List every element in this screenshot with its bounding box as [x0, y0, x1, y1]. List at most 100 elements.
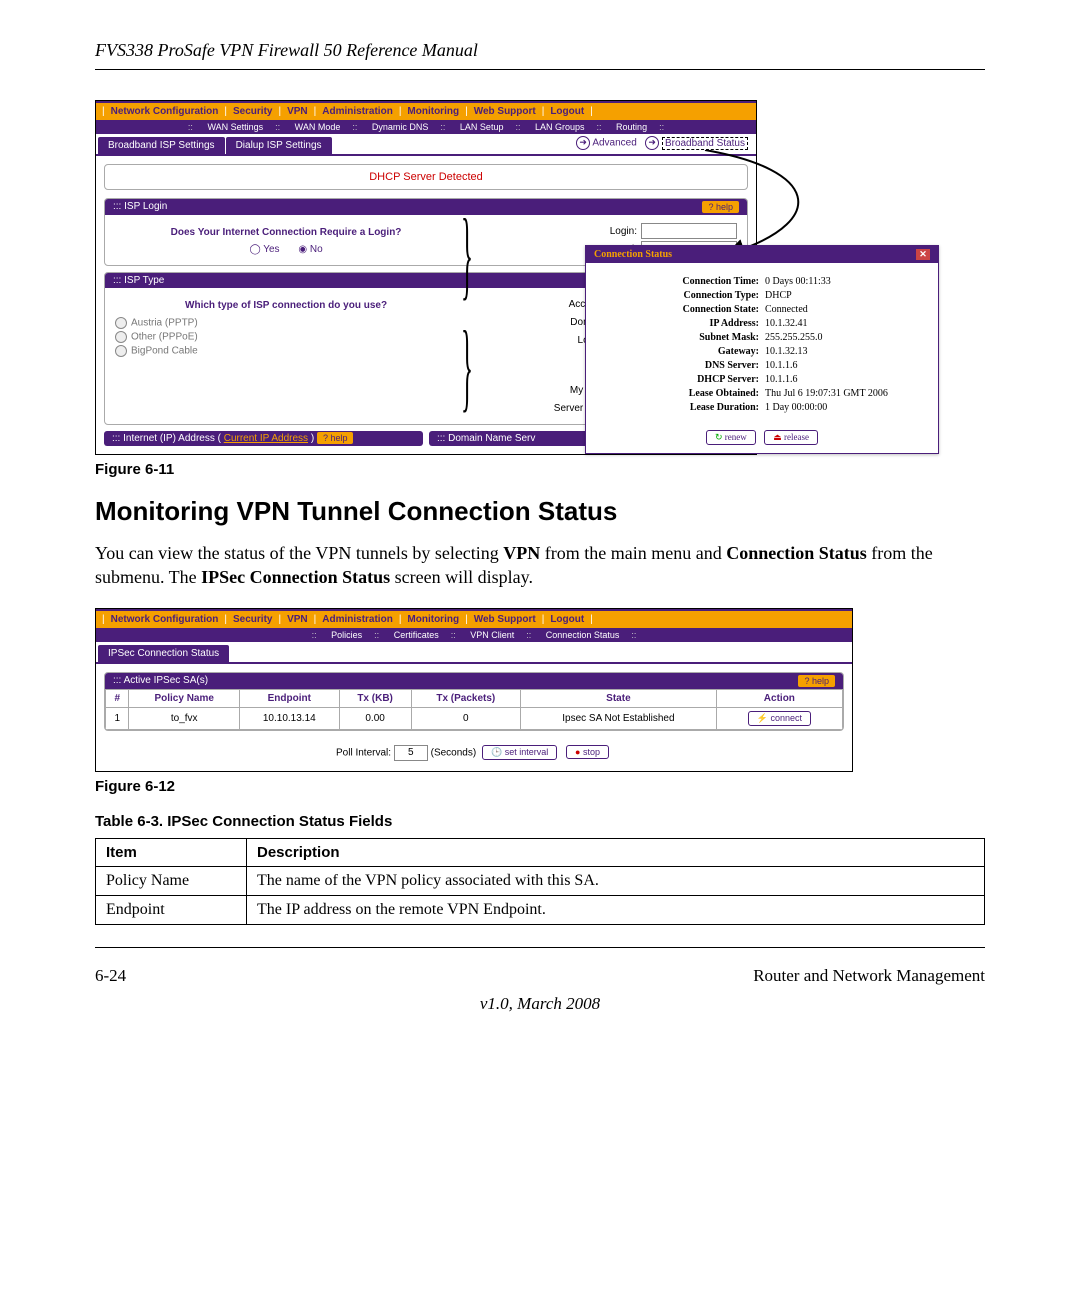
- subnav-lan[interactable]: LAN Setup: [460, 122, 504, 132]
- table-row: Endpoint The IP address on the remote VP…: [96, 895, 985, 924]
- broadband-status-link[interactable]: Broadband Status: [662, 137, 748, 150]
- sn2-client[interactable]: VPN Client: [470, 630, 514, 640]
- col-txkb: Tx (KB): [339, 689, 411, 707]
- figure-6-12-caption: Figure 6-12: [95, 778, 985, 795]
- gateway-val: 10.1.32.13: [765, 346, 922, 357]
- th-desc: Description: [247, 838, 985, 866]
- figure-6-12-screenshot: | Network Configuration| Security| VPN| …: [95, 608, 853, 772]
- radio-no[interactable]: ◉ No: [298, 244, 322, 255]
- stop-button[interactable]: ● stop: [566, 745, 609, 759]
- subnav-wan[interactable]: WAN Settings: [207, 122, 263, 132]
- nav2-mon[interactable]: Monitoring: [407, 614, 459, 625]
- nav2-admin[interactable]: Administration: [322, 614, 393, 625]
- poll-controls: Poll Interval: (Seconds) 🕒 set interval …: [96, 739, 852, 771]
- isp-login-question: Does Your Internet Connection Require a …: [115, 227, 457, 238]
- dhcp-val: 10.1.1.6: [765, 374, 922, 385]
- nav-logout[interactable]: Logout: [550, 106, 584, 117]
- conn-time-val: 0 Days 00:11:33: [765, 276, 922, 287]
- subnet-label: Subnet Mask:: [602, 332, 765, 343]
- cell-item: Endpoint: [96, 895, 247, 924]
- nav2-sec[interactable]: Security: [233, 614, 272, 625]
- conn-time-label: Connection Time:: [602, 276, 765, 287]
- isp-login-title: ::: ISP Login: [113, 201, 167, 213]
- nav2-web[interactable]: Web Support: [474, 614, 536, 625]
- page-number: 6-24: [95, 966, 126, 986]
- current-ip-link[interactable]: Current IP Address: [224, 433, 308, 444]
- tab-dialup[interactable]: Dialup ISP Settings: [226, 137, 332, 154]
- radio-yes[interactable]: ◯ Yes: [249, 244, 279, 255]
- nav2-net[interactable]: Network Configuration: [111, 614, 219, 625]
- active-sa-title: ::: Active IPSec SA(s): [113, 675, 208, 687]
- lease-dur-label: Lease Duration:: [602, 402, 765, 413]
- nav-monitoring[interactable]: Monitoring: [407, 106, 459, 117]
- nav2-vpn[interactable]: VPN: [287, 614, 308, 625]
- conn-type-val: DHCP: [765, 290, 922, 301]
- tab-broadband[interactable]: Broadband ISP Settings: [98, 137, 225, 154]
- tabbar: Broadband ISP Settings Dialup ISP Settin…: [96, 134, 756, 156]
- subnav-routing[interactable]: Routing: [616, 122, 647, 132]
- advanced-link[interactable]: Advanced: [592, 138, 636, 149]
- gateway-label: Gateway:: [602, 346, 765, 357]
- lease-obt-label: Lease Obtained:: [602, 388, 765, 399]
- doc-title: FVS338 ProSafe VPN Firewall 50 Reference…: [95, 40, 985, 61]
- sn2-policies[interactable]: Policies: [331, 630, 362, 640]
- set-interval-button[interactable]: 🕒 set interval: [482, 745, 557, 760]
- arrow-icon: ➜: [576, 136, 590, 150]
- subnav-langroups[interactable]: LAN Groups: [535, 122, 585, 132]
- table-row: Policy Name The name of the VPN policy a…: [96, 866, 985, 895]
- cell-num: 1: [106, 707, 129, 729]
- col-policy: Policy Name: [129, 689, 239, 707]
- footer: 6-24 Router and Network Management: [95, 966, 985, 986]
- isp-opt-pptp[interactable]: Austria (PPTP): [115, 317, 457, 329]
- subnav-ddns[interactable]: Dynamic DNS: [372, 122, 429, 132]
- table-6-3-title: Table 6-3. IPSec Connection Status Field…: [95, 813, 985, 830]
- close-icon[interactable]: ✕: [916, 249, 930, 260]
- active-sa-panel: ::: Active IPSec SA(s) ? help # Policy N…: [104, 672, 844, 731]
- nav-web[interactable]: Web Support: [474, 106, 536, 117]
- isp-opt-pppoe[interactable]: Other (PPPoE): [115, 331, 457, 343]
- nav-vpn[interactable]: VPN: [287, 106, 308, 117]
- dns-label: DNS Server:: [602, 360, 765, 371]
- poll-input[interactable]: [394, 745, 428, 761]
- lease-dur-val: 1 Day 00:00:00: [765, 402, 922, 413]
- connect-button[interactable]: ⚡ connect: [748, 711, 811, 726]
- help-button[interactable]: ? help: [798, 675, 835, 687]
- isp-opt-bigpond[interactable]: BigPond Cable: [115, 345, 457, 357]
- section-heading: Monitoring VPN Tunnel Connection Status: [95, 496, 985, 527]
- main-nav: | Network Configuration| Security| VPN| …: [96, 103, 756, 120]
- subnav-2: :: Policies:: Certificates:: VPN Client:…: [96, 628, 852, 642]
- cell-endpoint: 10.10.13.14: [239, 707, 339, 729]
- main-nav-2: | Network Configuration| Security| VPN| …: [96, 611, 852, 628]
- subnav-mode[interactable]: WAN Mode: [295, 122, 341, 132]
- ip-addr-label: IP Address:: [602, 318, 765, 329]
- table-row: 1 to_fvx 10.10.13.14 0.00 0 Ipsec SA Not…: [106, 707, 843, 729]
- help-button[interactable]: ? help: [702, 201, 739, 213]
- help-button[interactable]: ? help: [317, 432, 354, 444]
- col-num: #: [106, 689, 129, 707]
- isp-type-title: ::: ISP Type: [113, 275, 164, 286]
- renew-button[interactable]: ↻ renew: [706, 430, 756, 445]
- col-action: Action: [716, 689, 842, 707]
- nav-network[interactable]: Network Configuration: [111, 106, 219, 117]
- poll-label: Poll Interval:: [336, 747, 391, 758]
- conn-state-val: Connected: [765, 304, 922, 315]
- nav-security[interactable]: Security: [233, 106, 272, 117]
- subnet-val: 255.255.255.0: [765, 332, 922, 343]
- login-input[interactable]: [641, 223, 737, 239]
- divider: [95, 69, 985, 70]
- subnav: :: WAN Settings:: WAN Mode:: Dynamic DNS…: [96, 120, 756, 134]
- cell-policy: to_fvx: [129, 707, 239, 729]
- sn2-conn[interactable]: Connection Status: [546, 630, 620, 640]
- nav-admin[interactable]: Administration: [322, 106, 393, 117]
- connection-status-popup: Connection Status ✕ Connection Time:0 Da…: [585, 245, 939, 454]
- release-button[interactable]: ⏏ release: [764, 430, 818, 445]
- dhcp-label: DHCP Server:: [602, 374, 765, 385]
- login-label: Login:: [610, 226, 637, 237]
- nav2-logout[interactable]: Logout: [550, 614, 584, 625]
- table-6-3: Item Description Policy Name The name of…: [95, 838, 985, 925]
- sn2-certs[interactable]: Certificates: [394, 630, 439, 640]
- col-state: State: [521, 689, 717, 707]
- tab-ipsec-status[interactable]: IPSec Connection Status: [98, 645, 229, 662]
- ip-addr-val: 10.1.32.41: [765, 318, 922, 329]
- cell-desc: The name of the VPN policy associated wi…: [247, 866, 985, 895]
